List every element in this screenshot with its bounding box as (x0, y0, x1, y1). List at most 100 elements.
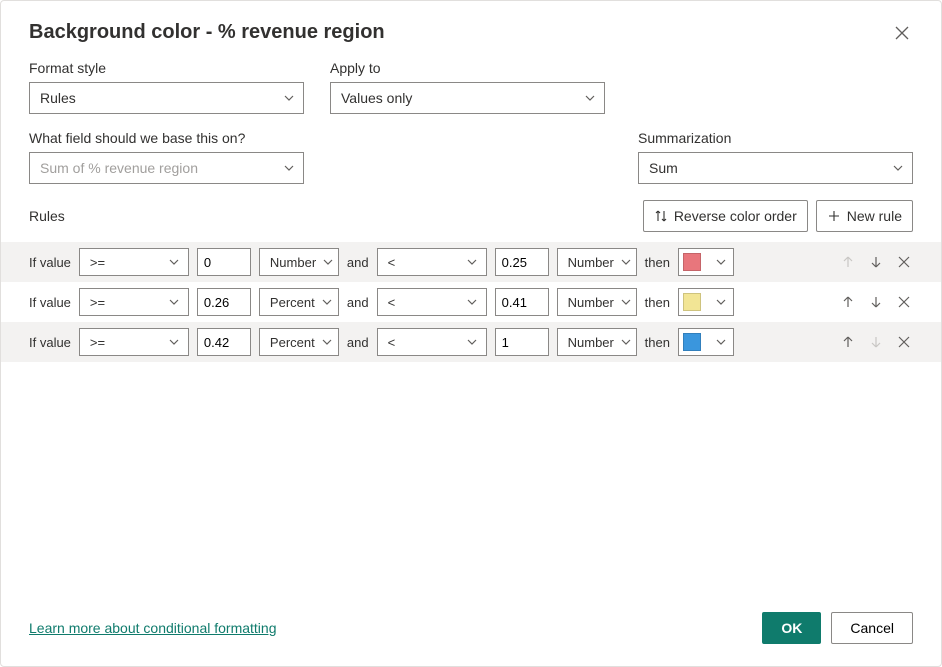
operator-1-select[interactable]: >= (79, 328, 189, 356)
color-select[interactable] (678, 288, 734, 316)
new-rule-button[interactable]: New rule (816, 200, 913, 232)
operator-1-value: >= (90, 335, 105, 350)
move-up-button (839, 253, 857, 271)
dialog-footer: Learn more about conditional formatting … (1, 596, 941, 666)
arrow-up-icon (841, 255, 855, 269)
plus-icon (827, 209, 841, 223)
rules-list: If value >= Number and < Number then If value >=… (1, 242, 941, 362)
operator-1-select[interactable]: >= (79, 288, 189, 316)
summarization-label: Summarization (638, 130, 913, 146)
rule-row: If value >= Percent and < Number then (1, 282, 941, 322)
and-label: and (347, 295, 369, 310)
format-style-select[interactable]: Rules (29, 82, 304, 114)
move-up-button[interactable] (839, 293, 857, 311)
apply-to-label: Apply to (330, 60, 605, 76)
chevron-down-icon (168, 256, 180, 268)
type-1-select[interactable]: Percent (259, 288, 339, 316)
move-down-button[interactable] (867, 253, 885, 271)
arrow-up-icon (841, 295, 855, 309)
if-value-label: If value (29, 295, 71, 310)
color-select[interactable] (678, 328, 734, 356)
then-label: then (645, 295, 670, 310)
type-2-select[interactable]: Number (557, 288, 637, 316)
value-1-input[interactable] (197, 248, 251, 276)
close-button[interactable] (891, 22, 913, 44)
value-2-input[interactable] (495, 248, 549, 276)
base-field-label: What field should we base this on? (29, 130, 304, 146)
value-2-input[interactable] (495, 288, 549, 316)
color-swatch (683, 333, 701, 351)
conditional-formatting-dialog: Background color - % revenue region Form… (0, 0, 942, 667)
chevron-down-icon (283, 92, 295, 104)
operator-2-select[interactable]: < (377, 328, 487, 356)
operator-2-value: < (388, 255, 396, 270)
type-2-value: Number (568, 335, 614, 350)
chevron-down-icon (466, 296, 478, 308)
delete-rule-button[interactable] (895, 293, 913, 311)
move-down-button[interactable] (867, 293, 885, 311)
arrow-down-icon (869, 255, 883, 269)
operator-2-value: < (388, 295, 396, 310)
apply-to-value: Values only (341, 90, 412, 106)
format-style-value: Rules (40, 90, 76, 106)
apply-to-select[interactable]: Values only (330, 82, 605, 114)
delete-rule-button[interactable] (895, 333, 913, 351)
then-label: then (645, 255, 670, 270)
rule-row: If value >= Percent and < Number then (1, 322, 941, 362)
operator-2-value: < (388, 335, 396, 350)
and-label: and (347, 335, 369, 350)
chevron-down-icon (466, 256, 478, 268)
learn-more-link[interactable]: Learn more about conditional formatting (29, 620, 276, 636)
reverse-color-order-button[interactable]: Reverse color order (643, 200, 808, 232)
operator-2-select[interactable]: < (377, 248, 487, 276)
value-1-input[interactable] (197, 328, 251, 356)
chevron-down-icon (322, 256, 334, 268)
operator-1-select[interactable]: >= (79, 248, 189, 276)
move-down-button (867, 333, 885, 351)
chevron-down-icon (584, 92, 596, 104)
cancel-button[interactable]: Cancel (831, 612, 913, 644)
color-select[interactable] (678, 248, 734, 276)
chevron-down-icon (715, 256, 727, 268)
close-icon (897, 295, 911, 309)
type-2-value: Number (568, 255, 614, 270)
sort-icon (654, 209, 668, 223)
type-2-value: Number (568, 295, 614, 310)
chevron-down-icon (715, 336, 727, 348)
operator-2-select[interactable]: < (377, 288, 487, 316)
type-2-select[interactable]: Number (557, 248, 637, 276)
and-label: and (347, 255, 369, 270)
summarization-select[interactable]: Sum (638, 152, 913, 184)
chevron-down-icon (321, 296, 333, 308)
dialog-content: Format style Rules Apply to Values only … (1, 52, 941, 596)
operator-1-value: >= (90, 255, 105, 270)
color-swatch (683, 253, 701, 271)
type-2-select[interactable]: Number (557, 328, 637, 356)
move-up-button[interactable] (839, 333, 857, 351)
chevron-down-icon (168, 296, 180, 308)
close-icon (897, 255, 911, 269)
arrow-down-icon (869, 295, 883, 309)
format-style-label: Format style (29, 60, 304, 76)
then-label: then (645, 335, 670, 350)
chevron-down-icon (620, 296, 632, 308)
chevron-down-icon (715, 296, 727, 308)
base-field-select[interactable]: Sum of % revenue region (29, 152, 304, 184)
type-1-select[interactable]: Number (259, 248, 339, 276)
ok-button[interactable]: OK (762, 612, 821, 644)
chevron-down-icon (168, 336, 180, 348)
base-field-value: Sum of % revenue region (40, 160, 198, 176)
if-value-label: If value (29, 255, 71, 270)
value-1-input[interactable] (197, 288, 251, 316)
chevron-down-icon (283, 162, 295, 174)
type-1-select[interactable]: Percent (259, 328, 339, 356)
if-value-label: If value (29, 335, 71, 350)
new-rule-label: New rule (847, 208, 902, 224)
reverse-label: Reverse color order (674, 208, 797, 224)
chevron-down-icon (892, 162, 904, 174)
color-swatch (683, 293, 701, 311)
delete-rule-button[interactable] (895, 253, 913, 271)
chevron-down-icon (620, 256, 632, 268)
value-2-input[interactable] (495, 328, 549, 356)
arrow-up-icon (841, 335, 855, 349)
